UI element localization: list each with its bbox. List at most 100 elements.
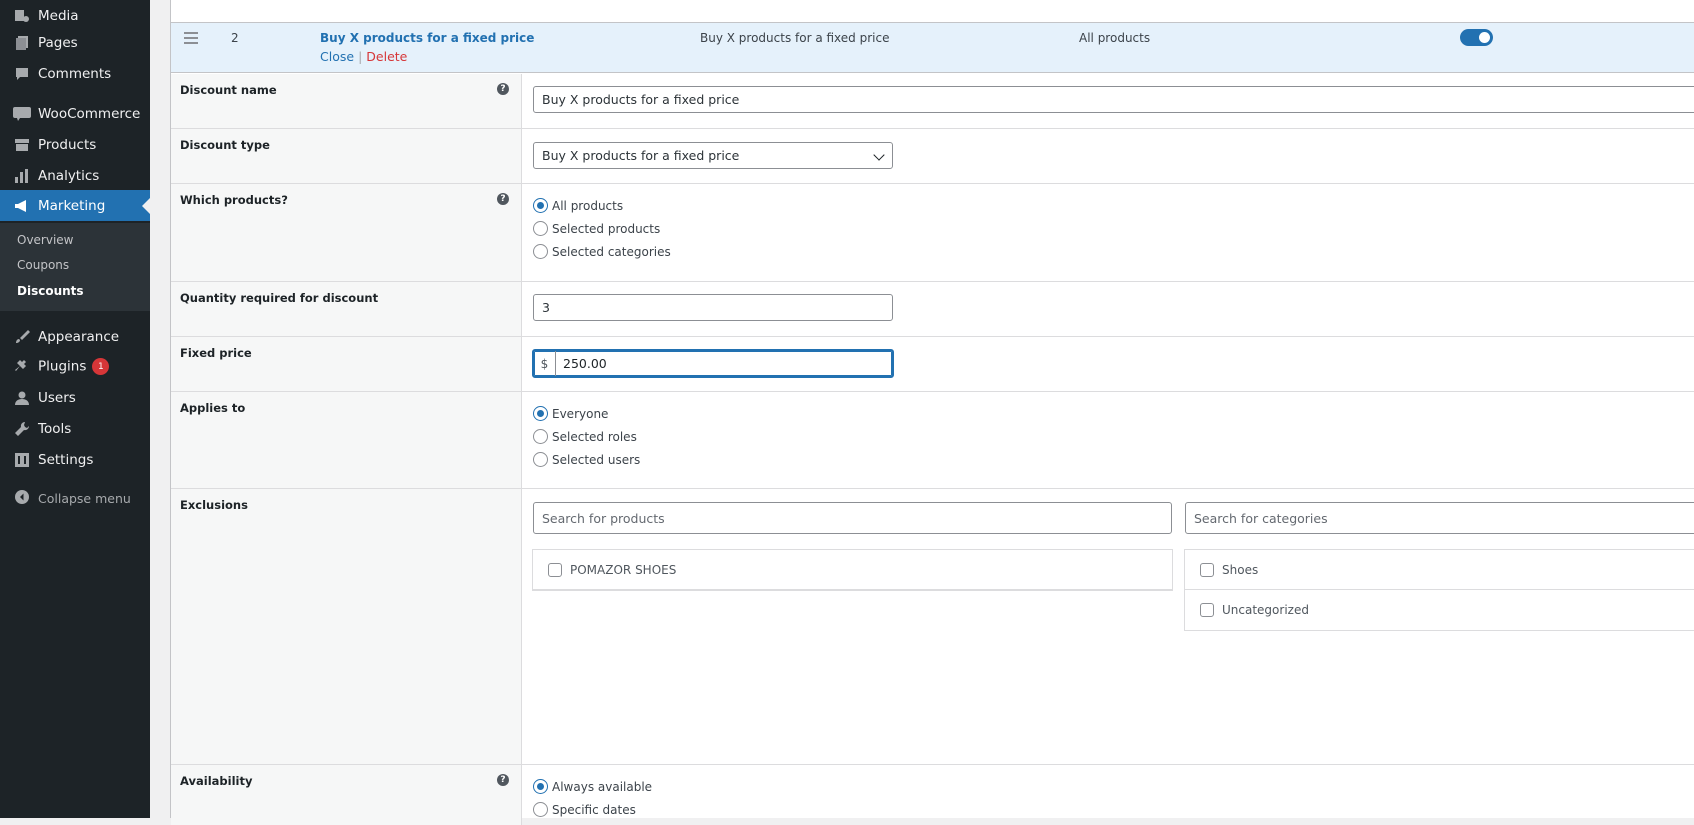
collapse-menu-label: Collapse menu — [38, 490, 131, 506]
rule-enabled-toggle[interactable] — [1460, 29, 1493, 46]
radio-circle — [533, 452, 548, 467]
checkbox — [1200, 603, 1214, 617]
help-icon[interactable]: ? — [497, 193, 509, 205]
radio-selected-categories[interactable]: Selected categories — [533, 244, 671, 259]
sidebar-item-label: Users — [38, 389, 76, 406]
discount-rule-header: 2 Buy X products for a fixed price Close… — [171, 22, 1694, 73]
radio-specific-dates[interactable]: Specific dates — [533, 802, 636, 817]
sidebar-item-label: WooCommerce — [38, 105, 141, 122]
media-icon — [13, 7, 31, 25]
chevron-down-icon — [873, 149, 885, 161]
radio-selected-users[interactable]: Selected users — [533, 452, 640, 467]
sidebar-item-analytics[interactable]: Analytics — [0, 160, 150, 191]
sidebar-item-label: Appearance — [38, 328, 120, 345]
help-icon[interactable]: ? — [497, 774, 509, 786]
radio-selected-products[interactable]: Selected products — [533, 221, 660, 236]
marketing-submenu: Overview Coupons Discounts — [0, 223, 150, 311]
list-item: Shoes — [1185, 550, 1694, 590]
fixed-price-value: 250.00 — [563, 356, 607, 371]
sidebar-item-label: Comments — [38, 65, 112, 82]
submenu-item-coupons[interactable]: Coupons — [17, 258, 69, 272]
fixed-price-label: Fixed price — [180, 346, 252, 360]
exclusions-row: Exclusions Search for products Search fo… — [171, 489, 1694, 765]
radio-label: All products — [552, 198, 624, 213]
rule-name-link[interactable]: Buy X products for a fixed price — [320, 31, 534, 45]
analytics-icon — [13, 167, 31, 185]
admin-sidebar: Media Pages Comments WooCommerce Product… — [0, 0, 150, 818]
radio-label: Selected products — [552, 221, 661, 236]
list-item: Uncategorized — [1185, 590, 1694, 630]
checkbox-shoes[interactable]: Shoes — [1200, 563, 1258, 577]
delete-link[interactable]: Delete — [366, 49, 407, 64]
sidebar-item-label: Plugins — [38, 358, 87, 375]
excluded-categories-list: Shoes Uncategorized — [1184, 549, 1694, 631]
search-categories-placeholder: Search for categories — [1194, 510, 1328, 526]
link-separator: | — [358, 49, 363, 64]
woocommerce-icon — [13, 105, 31, 123]
plugins-update-badge: 1 — [92, 358, 110, 375]
drag-handle-icon[interactable] — [184, 32, 198, 44]
collapse-menu-button[interactable]: Collapse menu — [0, 485, 150, 511]
checkbox — [548, 563, 562, 577]
applies-to-row: Applies to Everyone Selected roles Selec… — [171, 392, 1694, 489]
discount-rule-panel: 2 Buy X products for a fixed price Close… — [170, 0, 1694, 825]
sidebar-item-marketing[interactable]: Marketing — [0, 190, 150, 221]
sidebar-item-plugins[interactable]: Plugins 1 — [0, 351, 150, 382]
rule-type: Buy X products for a fixed price — [700, 31, 890, 45]
sidebar-item-users[interactable]: Users — [0, 382, 150, 413]
plug-icon — [13, 358, 31, 376]
close-link[interactable]: Close — [320, 49, 354, 64]
discount-type-row: Discount type Buy X products for a fixed… — [171, 129, 1694, 184]
submenu-item-discounts[interactable]: Discounts — [17, 284, 84, 298]
search-products-placeholder: Search for products — [542, 510, 665, 526]
quantity-row: Quantity required for discount 3 — [171, 282, 1694, 337]
sidebar-item-label: Tools — [38, 420, 72, 437]
sidebar-item-products[interactable]: Products — [0, 129, 150, 160]
availability-row: Availability ? Always available Specific… — [171, 765, 1694, 825]
discount-name-input[interactable]: Buy X products for a fixed price — [533, 86, 1694, 113]
discount-name-label: Discount name — [180, 83, 277, 97]
sidebar-item-appearance[interactable]: Appearance — [0, 321, 150, 352]
submenu-item-overview[interactable]: Overview — [17, 233, 74, 247]
sidebar-item-label: Settings — [38, 451, 94, 468]
discount-type-value: Buy X products for a fixed price — [542, 148, 740, 163]
fixed-price-input[interactable]: $ 250.00 — [532, 349, 894, 378]
radio-everyone[interactable]: Everyone — [533, 406, 608, 421]
search-categories-input[interactable]: Search for categories — [1185, 502, 1694, 534]
comments-icon — [13, 65, 31, 83]
radio-all-products[interactable]: All products — [533, 198, 623, 213]
checkbox-uncategorized[interactable]: Uncategorized — [1200, 603, 1309, 617]
help-icon[interactable]: ? — [497, 83, 509, 95]
availability-label: Availability — [180, 774, 253, 788]
applies-to-label: Applies to — [180, 401, 246, 415]
search-products-input[interactable]: Search for products — [533, 502, 1172, 534]
sidebar-item-label: Marketing — [38, 197, 106, 214]
discount-type-select[interactable]: Buy X products for a fixed price — [533, 142, 893, 169]
excluded-products-list: POMAZOR SHOES — [532, 549, 1173, 591]
radio-label: Selected users — [552, 452, 641, 467]
sidebar-item-label: Analytics — [38, 167, 100, 184]
rule-scope: All products — [1079, 31, 1151, 45]
discount-type-label: Discount type — [180, 138, 270, 152]
sidebar-item-comments[interactable]: Comments — [0, 58, 150, 89]
main-content: 2 Buy X products for a fixed price Close… — [150, 0, 1694, 825]
wrench-icon — [13, 420, 31, 438]
radio-circle — [533, 244, 548, 259]
radio-always-available[interactable]: Always available — [533, 779, 652, 794]
radio-selected-roles[interactable]: Selected roles — [533, 429, 637, 444]
quantity-label: Quantity required for discount — [180, 291, 379, 305]
megaphone-icon — [13, 197, 31, 215]
sidebar-item-pages[interactable]: Pages — [0, 27, 150, 58]
settings-icon — [13, 451, 31, 469]
exclusions-label: Exclusions — [180, 498, 248, 512]
checkbox — [1200, 563, 1214, 577]
sidebar-item-settings[interactable]: Settings — [0, 444, 150, 475]
rule-order: 2 — [231, 31, 239, 45]
radio-circle — [533, 802, 548, 817]
radio-circle — [533, 198, 548, 213]
sidebar-item-tools[interactable]: Tools — [0, 413, 150, 444]
quantity-input[interactable]: 3 — [533, 294, 893, 321]
discount-name-row: Discount name ? Buy X products for a fix… — [171, 74, 1694, 129]
checkbox-pomazor-shoes[interactable]: POMAZOR SHOES — [548, 563, 676, 577]
sidebar-item-woocommerce[interactable]: WooCommerce — [0, 98, 150, 129]
